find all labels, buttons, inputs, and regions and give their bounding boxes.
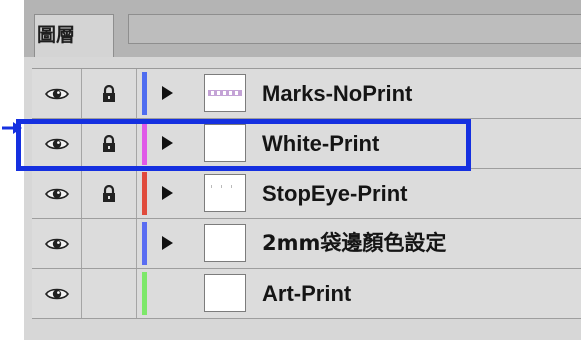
highlight-box (16, 119, 471, 171)
layer-thumbnail (204, 224, 246, 262)
layer-color-bar (142, 272, 147, 315)
annotation-arrow-icon (2, 122, 22, 134)
tab-bar-empty (128, 14, 581, 44)
lock-toggle[interactable] (82, 219, 137, 268)
layer-row-art-print[interactable]: Art-Print (32, 269, 581, 319)
expand-triangle-icon[interactable] (162, 186, 173, 200)
panel-tab-bar: 圖層 (24, 0, 581, 57)
layer-row-stopeye-print[interactable]: StopEye-Print (32, 169, 581, 219)
eye-icon (44, 238, 69, 249)
layer-row-marks-noprint[interactable]: Marks-NoPrint (32, 69, 581, 119)
lock-toggle[interactable] (82, 269, 137, 318)
layer-name[interactable]: Art-Print (262, 269, 351, 318)
layer-thumbnail (204, 174, 246, 212)
visibility-toggle[interactable] (32, 69, 82, 118)
expand-triangle-icon[interactable] (162, 86, 173, 100)
layer-name[interactable]: StopEye-Print (262, 169, 407, 218)
layer-thumbnail (204, 274, 246, 312)
marks-thumbnail-icon (208, 90, 242, 96)
lock-toggle[interactable] (82, 169, 137, 218)
layer-name[interactable]: Marks-NoPrint (262, 69, 412, 118)
lock-icon (103, 84, 115, 102)
visibility-toggle[interactable] (32, 269, 82, 318)
eye-icon (44, 288, 69, 299)
expand-triangle-icon[interactable] (162, 236, 173, 250)
lock-toggle[interactable] (82, 69, 137, 118)
layer-color-bar (142, 222, 147, 265)
stopeye-thumbnail-icon (211, 185, 232, 188)
lock-icon (103, 184, 115, 202)
layer-thumbnail (204, 74, 246, 112)
layer-list: Marks-NoPrint White-Print StopEye-Print … (32, 68, 581, 323)
layer-name[interactable]: 2mm袋邊顏色設定 (262, 219, 446, 268)
eye-icon (44, 88, 69, 99)
layer-color-bar (142, 172, 147, 215)
layer-row-2mm-bag-edge[interactable]: 2mm袋邊顏色設定 (32, 219, 581, 269)
layer-color-bar (142, 72, 147, 115)
eye-icon (44, 188, 69, 199)
layers-tab[interactable]: 圖層 (34, 14, 114, 57)
visibility-toggle[interactable] (32, 219, 82, 268)
visibility-toggle[interactable] (32, 169, 82, 218)
